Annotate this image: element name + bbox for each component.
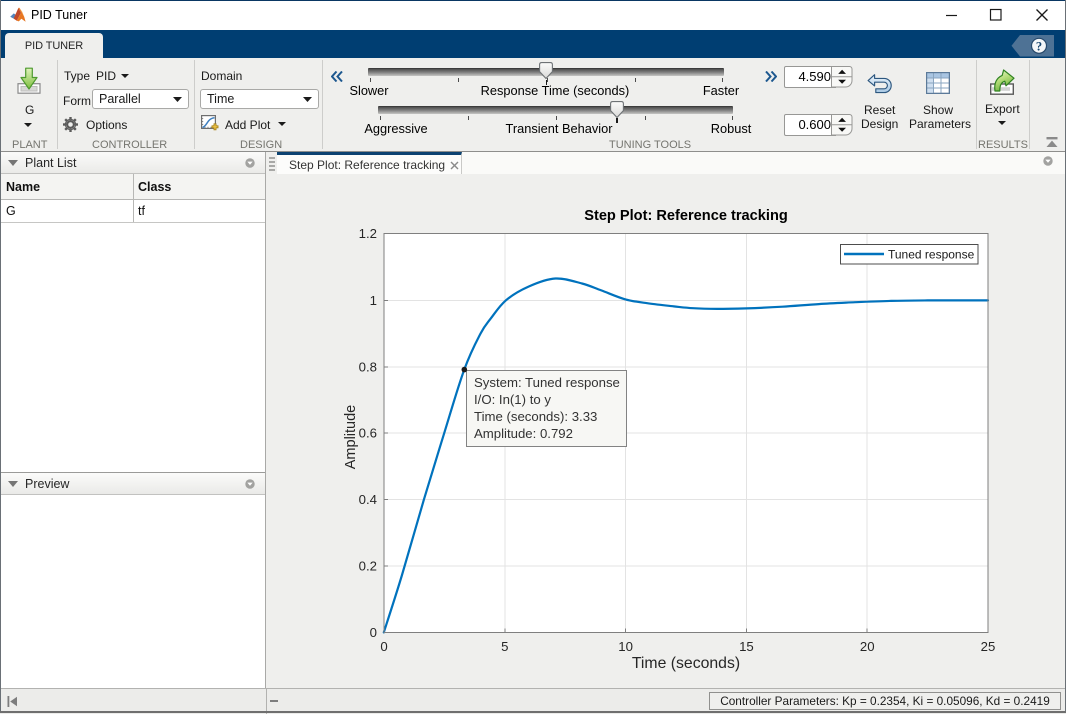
svg-text:0: 0 bbox=[370, 625, 377, 640]
svg-text:Time (seconds): Time (seconds) bbox=[632, 655, 740, 672]
svg-text:20: 20 bbox=[860, 639, 875, 654]
svg-text:25: 25 bbox=[981, 639, 996, 654]
svg-text:0.8: 0.8 bbox=[359, 359, 377, 374]
svg-text:0.4: 0.4 bbox=[359, 492, 377, 507]
svg-text:5: 5 bbox=[501, 639, 508, 654]
svg-text:0.6: 0.6 bbox=[359, 426, 377, 441]
svg-text:?: ? bbox=[1036, 39, 1042, 53]
svg-text:10: 10 bbox=[618, 639, 633, 654]
svg-text:Tuned response: Tuned response bbox=[888, 248, 975, 262]
svg-text:Time (seconds): 3.33: Time (seconds): 3.33 bbox=[474, 409, 597, 424]
svg-text:Amplitude: Amplitude bbox=[343, 405, 359, 469]
svg-text:1.2: 1.2 bbox=[359, 226, 377, 241]
svg-text:Step Plot: Reference tracking: Step Plot: Reference tracking bbox=[584, 208, 788, 224]
svg-text:I/O: In(1) to y: I/O: In(1) to y bbox=[474, 392, 551, 407]
svg-text:System: Tuned response: System: Tuned response bbox=[474, 375, 620, 390]
svg-text:15: 15 bbox=[739, 639, 754, 654]
svg-text:0: 0 bbox=[380, 639, 387, 654]
svg-text:0.2: 0.2 bbox=[359, 559, 377, 574]
svg-text:Amplitude: 0.792: Amplitude: 0.792 bbox=[474, 426, 573, 441]
svg-text:1: 1 bbox=[370, 293, 377, 308]
